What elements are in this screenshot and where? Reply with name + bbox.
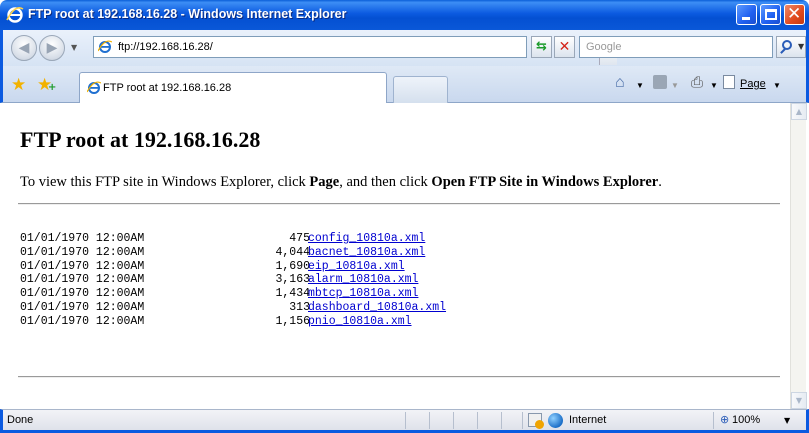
security-zone-label[interactable]: Internet: [569, 414, 606, 426]
close-button[interactable]: ✕: [784, 4, 805, 25]
file-link[interactable]: config_10810a.xml: [308, 232, 425, 246]
status-separator: [477, 412, 478, 429]
file-date: 01/01/1970 12:00AM: [20, 314, 145, 328]
home-icon[interactable]: ⌂: [615, 74, 625, 92]
title-bar: FTP root at 192.168.16.28 - Windows Inte…: [0, 0, 809, 30]
minimize-button[interactable]: [736, 4, 757, 25]
maximize-icon: [765, 9, 777, 20]
favorites-star-icon[interactable]: ★: [11, 75, 26, 95]
tab-ftp-root[interactable]: FTP root at 192.168.16.28: [79, 72, 387, 103]
scroll-down-button[interactable]: ▼: [791, 392, 807, 409]
file-link[interactable]: alarm_10810a.xml: [308, 273, 418, 287]
instruction-page: Page: [309, 174, 340, 190]
forward-button[interactable]: ▶: [39, 35, 65, 61]
scroll-up-icon: ▲: [795, 107, 803, 116]
address-input[interactable]: ftp://192.168.16.28/: [118, 41, 213, 53]
address-bar[interactable]: ftp://192.168.16.28/ ▼: [93, 36, 617, 65]
file-size: 475: [289, 232, 310, 245]
print-dropdown[interactable]: ▼: [710, 81, 718, 90]
divider-bottom: [18, 376, 780, 378]
status-separator: [453, 412, 454, 429]
protected-mode-icon[interactable]: [528, 413, 544, 429]
close-icon: ✕: [787, 4, 802, 24]
plus-icon: +: [48, 82, 57, 93]
recent-pages-dropdown[interactable]: ▼: [71, 43, 77, 52]
back-arrow-icon: ◀: [18, 40, 30, 56]
minimize-icon: [742, 17, 750, 20]
status-separator: [713, 412, 714, 429]
status-bar: Done Internet ⊕ 100% ▼: [0, 409, 809, 433]
search-options-dropdown[interactable]: ▼: [798, 42, 804, 51]
file-date: 01/01/1970 12:00AM: [20, 287, 145, 301]
tab-ie-icon: [87, 81, 101, 94]
vertical-scrollbar[interactable]: ▲ ▼: [790, 103, 807, 409]
instruction-text: To view this FTP site in Windows Explore…: [20, 174, 662, 191]
file-size: 1,690: [275, 259, 310, 273]
file-date: 01/01/1970 12:00AM: [20, 232, 145, 245]
ie-logo-icon: [6, 7, 24, 23]
file-link[interactable]: bacnet_10810a.xml: [308, 246, 425, 260]
file-date: 01/01/1970 12:00AM: [20, 259, 145, 273]
stop-icon: ✕: [558, 39, 571, 55]
page-ie-icon: [98, 40, 112, 53]
search-placeholder: Google: [586, 41, 622, 53]
file-date: 01/01/1970 12:00AM: [20, 300, 145, 314]
feeds-dropdown[interactable]: ▼: [671, 81, 679, 90]
window-title: FTP root at 192.168.16.28 - Windows Inte…: [28, 7, 347, 21]
forward-arrow-icon: ▶: [46, 40, 58, 56]
status-separator: [501, 412, 502, 429]
file-link[interactable]: dashboard_10810a.xml: [308, 301, 446, 315]
file-size: 4,044: [275, 245, 310, 259]
instruction-suffix: .: [658, 174, 662, 190]
scroll-up-button[interactable]: ▲: [791, 103, 807, 120]
file-size: 3,163: [275, 273, 310, 287]
instruction-open-ftp: Open FTP Site in Windows Explorer: [431, 174, 659, 190]
status-separator: [405, 412, 406, 429]
file-date: 01/01/1970 12:00AM: [20, 245, 145, 259]
page-content: FTP root at 192.168.16.28 To view this F…: [3, 103, 790, 409]
page-icon: [723, 75, 735, 89]
search-input[interactable]: Google: [579, 36, 773, 58]
tab-toolbar: ★ ★ + FTP root at 192.168.16.28 ⌂ ▼ ▼ ⎙ ▼…: [0, 66, 809, 103]
zoom-icon: ⊕: [720, 413, 730, 426]
page-menu-button[interactable]: Page: [740, 78, 766, 90]
stop-button[interactable]: ✕: [554, 36, 575, 58]
maximize-button[interactable]: [760, 4, 781, 25]
zoom-level[interactable]: 100%: [732, 414, 760, 426]
file-link[interactable]: eip_10810a.xml: [308, 260, 405, 274]
status-separator: [522, 412, 523, 429]
status-text: Done: [7, 414, 34, 426]
status-separator: [429, 412, 430, 429]
file-size: 1,156: [275, 314, 310, 328]
back-button[interactable]: ◀: [11, 35, 37, 61]
tab-label: FTP root at 192.168.16.28: [103, 82, 232, 94]
file-link[interactable]: pnio_10810a.xml: [308, 315, 412, 329]
refresh-button[interactable]: ⇆: [531, 36, 552, 58]
protected-mode-dot: [535, 420, 544, 429]
page-title: FTP root at 192.168.16.28: [20, 127, 261, 152]
globe-icon: [548, 413, 563, 428]
refresh-icon: ⇆: [536, 39, 547, 54]
instruction-middle: , and then click: [339, 174, 432, 190]
print-icon[interactable]: ⎙: [691, 74, 703, 91]
instruction-prefix: To view this FTP site in Windows Explore…: [20, 174, 310, 190]
file-size: 313: [289, 300, 310, 314]
feeds-icon[interactable]: [653, 75, 667, 89]
add-favorites-icon[interactable]: ★ +: [37, 75, 56, 95]
home-dropdown[interactable]: ▼: [636, 81, 644, 90]
file-date: 01/01/1970 12:00AM: [20, 273, 145, 287]
file-link[interactable]: mbtcp_10810a.xml: [308, 287, 418, 301]
file-size: 1,434: [275, 287, 310, 301]
page-menu-dropdown[interactable]: ▼: [773, 81, 781, 90]
search-icon-handle: [780, 48, 786, 54]
new-tab-button[interactable]: [393, 76, 448, 103]
scroll-down-icon: ▼: [795, 396, 803, 405]
divider-top: [18, 203, 780, 205]
search-button[interactable]: ▼: [776, 36, 806, 58]
address-toolbar: ◀ ▶ ▼ ftp://192.168.16.28/ ▼ ⇆ ✕ Google …: [0, 30, 809, 66]
zoom-dropdown[interactable]: ▼: [784, 416, 790, 425]
